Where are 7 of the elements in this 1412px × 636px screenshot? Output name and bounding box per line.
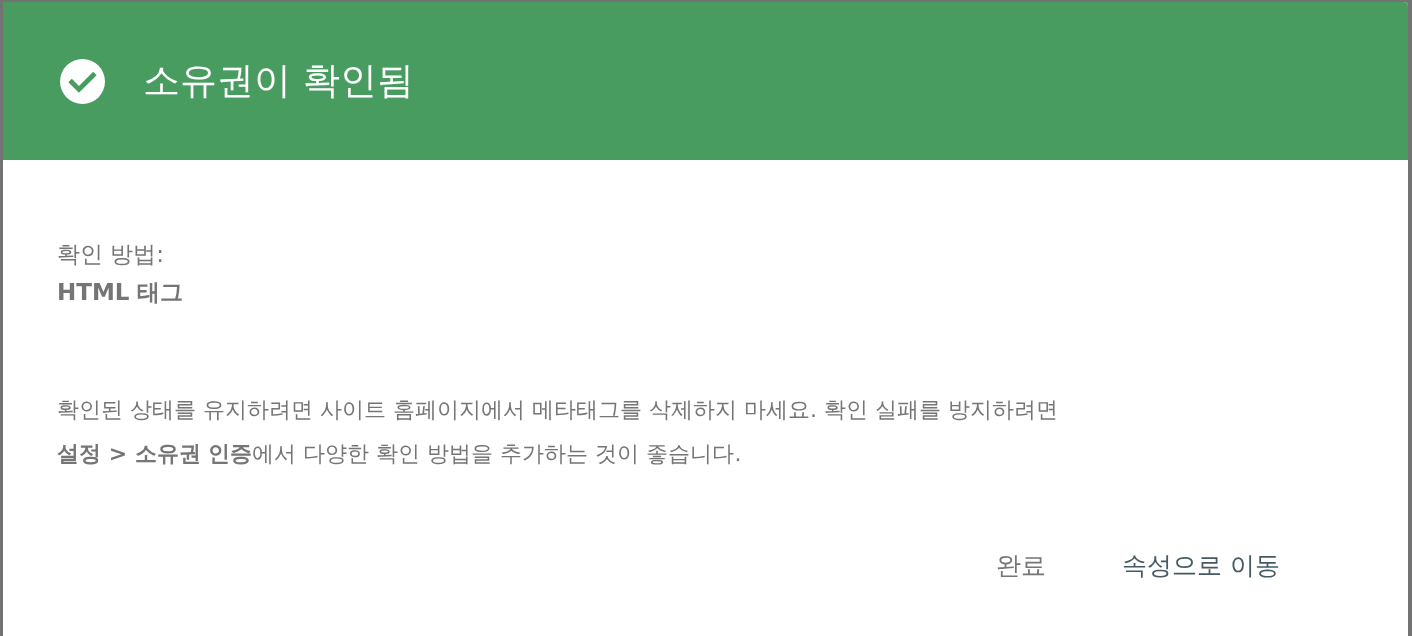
check-circle-icon xyxy=(60,58,105,104)
info-message: 확인된 상태를 유지하려면 사이트 홈페이지에서 메타태그를 삭제하지 마세요. 확인 실패를 방지하려면 설정 > 소유권 인증에서 다양한 확인 방법을 추가하는 것이 좋습니다. xyxy=(57,396,1059,468)
dialog-title: 소유권이 확인됨 xyxy=(143,58,414,104)
go-to-property-button[interactable]: 속성으로 이동 xyxy=(1106,541,1296,590)
done-button[interactable]: 완료 xyxy=(980,541,1063,590)
method-value: HTML 태그 xyxy=(57,278,185,307)
method-label: 확인 방법: xyxy=(57,240,166,269)
